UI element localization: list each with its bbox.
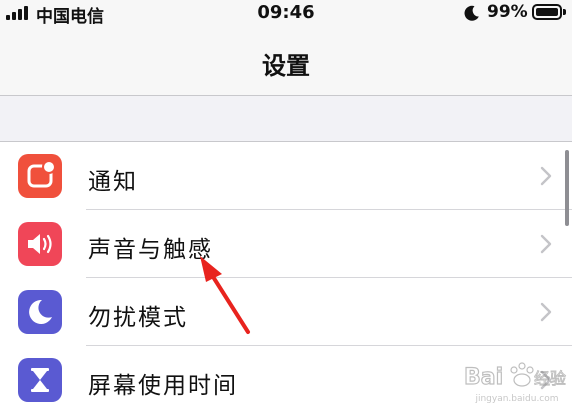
do-not-disturb-moon-icon bbox=[464, 5, 479, 21]
svg-text:经验: 经验 bbox=[534, 369, 566, 388]
watermark-url: jingyan.baidu.com bbox=[475, 394, 559, 404]
moon-icon bbox=[18, 290, 62, 334]
hourglass-icon bbox=[18, 358, 62, 402]
settings-item-notifications[interactable]: 通知 bbox=[0, 142, 572, 210]
settings-screen: 中国电信 09:46 99% 设置 通知 声音与触感 勿扰模式 屏幕使用时间 B… bbox=[0, 0, 572, 414]
notifications-icon bbox=[18, 154, 62, 198]
baidu-logo-icon: Bai 经验 bbox=[463, 362, 566, 391]
battery-level bbox=[536, 8, 558, 16]
svg-text:Bai: Bai bbox=[464, 365, 503, 390]
navigation-bar: 设置 bbox=[0, 26, 572, 96]
chevron-right-icon bbox=[540, 234, 552, 254]
chevron-right-icon bbox=[540, 166, 552, 186]
settings-item-label: 屏幕使用时间 bbox=[88, 373, 238, 399]
chevron-right-icon bbox=[540, 302, 552, 322]
battery-percent: 99% bbox=[487, 2, 528, 22]
annotation-arrow-icon bbox=[200, 256, 250, 334]
battery-icon bbox=[532, 4, 566, 20]
speaker-icon bbox=[18, 222, 62, 266]
scrollbar[interactable] bbox=[565, 150, 569, 226]
baidu-jingyan-watermark: Bai 经验 jingyan.baidu.com bbox=[462, 352, 572, 404]
settings-item-label: 勿扰模式 bbox=[88, 305, 188, 331]
status-bar: 中国电信 09:46 99% bbox=[0, 0, 572, 27]
settings-item-sounds-haptics[interactable]: 声音与触感 bbox=[0, 210, 572, 278]
settings-item-do-not-disturb[interactable]: 勿扰模式 bbox=[0, 278, 572, 346]
settings-item-label: 通知 bbox=[88, 169, 138, 195]
page-title: 设置 bbox=[262, 52, 310, 80]
